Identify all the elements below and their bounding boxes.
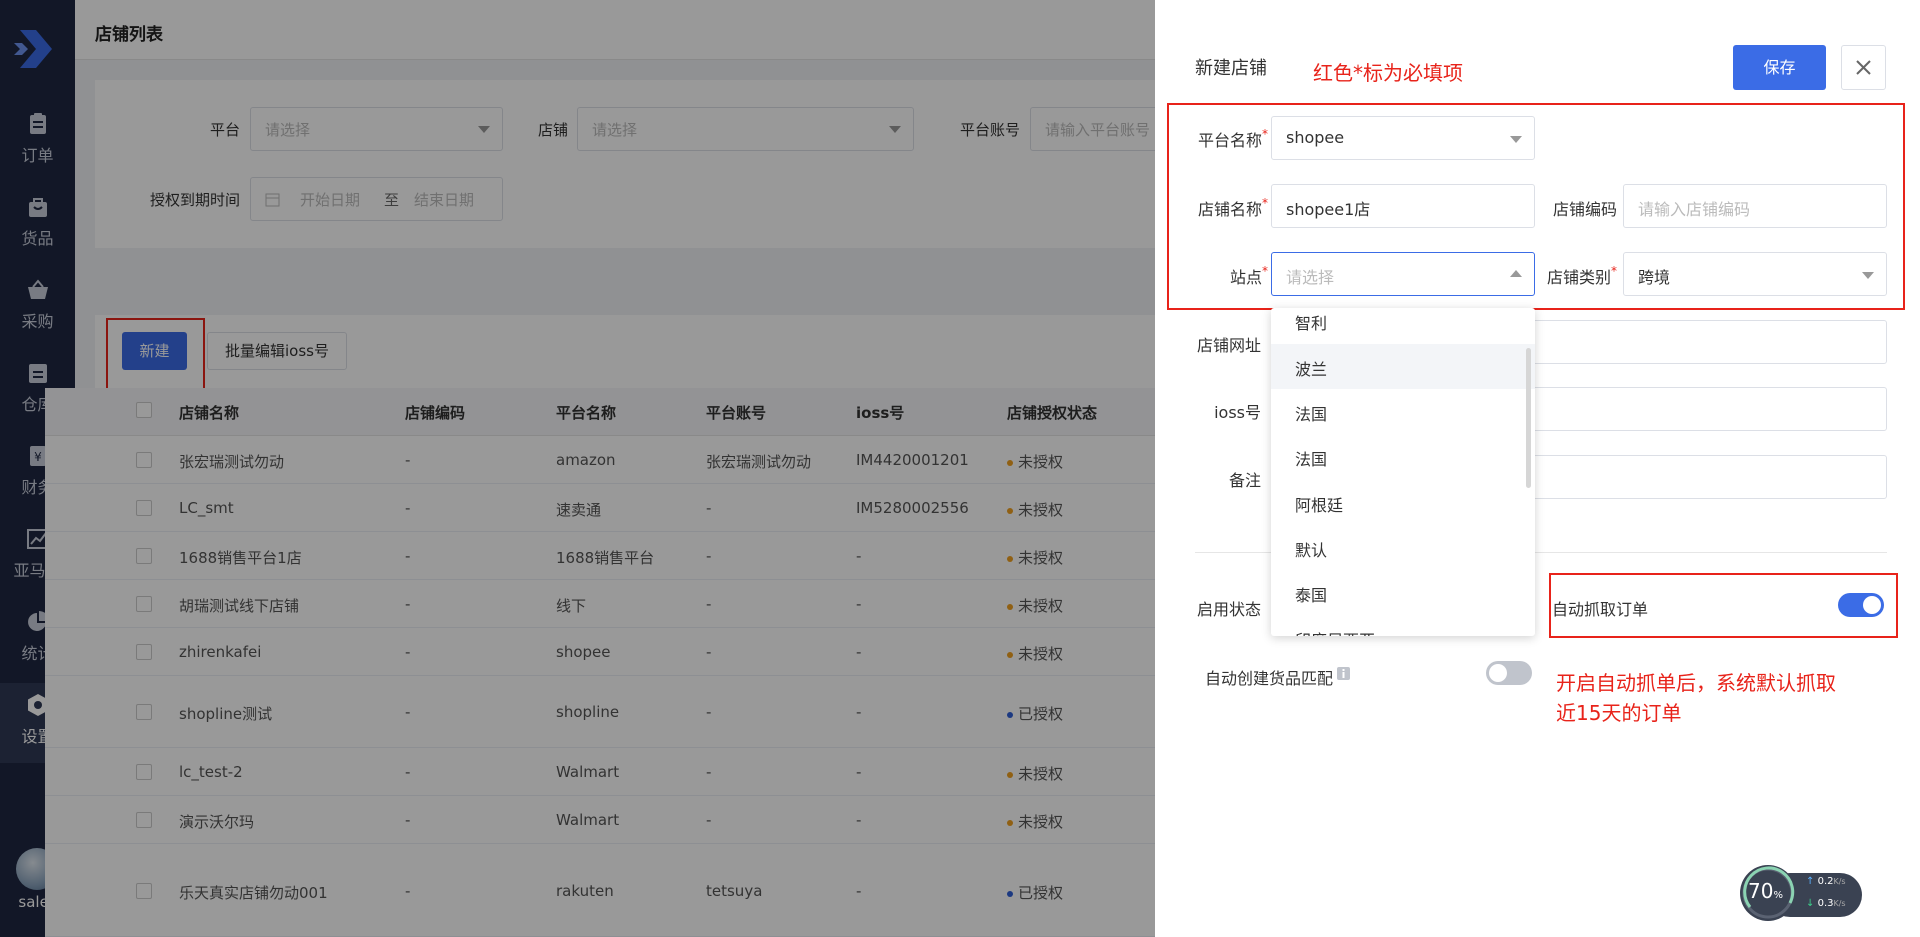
chevron-down-icon: [1862, 272, 1874, 279]
dropdown-scrollbar[interactable]: [1526, 348, 1531, 488]
platform-name-label-text: 平台名称: [1197, 131, 1262, 150]
network-speed-widget[interactable]: 70% ↑ 0.2K/s ↓ 0.3K/s: [1738, 863, 1862, 923]
shop-code-input[interactable]: 请输入店铺编码: [1623, 184, 1887, 228]
shop-code-label: 店铺编码: [1552, 200, 1617, 219]
download-value: 0.3: [1817, 898, 1834, 909]
site-option[interactable]: 默认: [1271, 525, 1535, 570]
site-option[interactable]: 法国: [1271, 389, 1535, 434]
required-asterisk: *: [1262, 127, 1268, 141]
shop-name-input[interactable]: shopee1店: [1271, 184, 1535, 228]
speed-percent: 70%: [1748, 879, 1783, 903]
toggle-knob: [1863, 596, 1881, 614]
enable-status-label: 启用状态: [1196, 600, 1261, 619]
auto-match-toggle[interactable]: [1486, 661, 1532, 685]
remark-label: 备注: [1228, 471, 1261, 490]
shop-type-label: 店铺类别*: [1542, 264, 1617, 288]
site-label: 站点*: [1175, 264, 1268, 288]
info-icon[interactable]: [1337, 667, 1350, 680]
shop-code-placeholder: 请输入店铺编码: [1638, 200, 1751, 219]
modal-mask[interactable]: [0, 0, 1155, 937]
auto-fetch-annotation: 开启自动抓单后，系统默认抓取 近15天的订单: [1556, 668, 1836, 728]
site-option[interactable]: 波兰: [1271, 344, 1535, 389]
shop-name-label-text: 店铺名称: [1197, 200, 1262, 219]
required-asterisk: *: [1262, 196, 1268, 210]
speed-unit: K/s: [1833, 899, 1846, 908]
shop-type-value: 跨境: [1638, 268, 1671, 287]
platform-name-select[interactable]: shopee: [1271, 116, 1535, 160]
shop-name-label: 店铺名称*: [1175, 196, 1268, 220]
chevron-up-icon: [1510, 270, 1522, 277]
site-dropdown-menu: 智利 波兰 法国 法国 阿根廷 默认 泰国 印度尼西亚: [1271, 308, 1535, 636]
site-placeholder: 请选择: [1286, 268, 1335, 287]
platform-name-value: shopee: [1286, 128, 1345, 147]
ioss-label: ioss号: [1214, 403, 1261, 422]
save-button[interactable]: 保存: [1733, 45, 1826, 90]
site-option[interactable]: 印度尼西亚: [1271, 615, 1535, 636]
platform-name-label: 平台名称*: [1175, 127, 1268, 151]
auto-fetch-label: 自动抓取订单: [1552, 600, 1649, 619]
auto-match-label: 自动创建货品匹配: [1205, 669, 1334, 688]
upload-speed: ↑ 0.2K/s: [1806, 876, 1846, 887]
percent-value: 70: [1748, 879, 1774, 903]
site-option[interactable]: 法国: [1271, 434, 1535, 479]
drawer-title: 新建店铺: [1195, 58, 1267, 79]
site-option[interactable]: 智利: [1271, 308, 1535, 343]
chevron-down-icon: [1510, 136, 1522, 143]
download-speed: ↓ 0.3K/s: [1806, 898, 1846, 909]
site-select[interactable]: 请选择: [1271, 252, 1535, 296]
auto-fetch-toggle[interactable]: [1838, 593, 1884, 617]
shop-url-label: 店铺网址: [1196, 336, 1261, 355]
toggle-knob: [1489, 664, 1507, 682]
required-asterisk: *: [1262, 264, 1268, 278]
shop-name-value: shopee1店: [1286, 200, 1371, 219]
shop-type-label-text: 店铺类别: [1546, 268, 1611, 287]
upload-value: 0.2: [1817, 876, 1834, 887]
close-button[interactable]: [1841, 45, 1886, 90]
required-asterisk: *: [1611, 264, 1617, 278]
close-icon: [1856, 60, 1871, 75]
required-note-annotation: 红色*标为必填项: [1313, 61, 1463, 85]
annotation-line: 近15天的订单: [1556, 701, 1682, 725]
site-option[interactable]: 阿根廷: [1271, 480, 1535, 525]
site-option[interactable]: 泰国: [1271, 570, 1535, 615]
percent-unit: %: [1773, 890, 1783, 901]
annotation-line: 开启自动抓单后，系统默认抓取: [1556, 671, 1836, 695]
site-label-text: 站点: [1229, 268, 1262, 287]
speed-unit: K/s: [1833, 877, 1846, 886]
shop-type-select[interactable]: 跨境: [1623, 252, 1887, 296]
